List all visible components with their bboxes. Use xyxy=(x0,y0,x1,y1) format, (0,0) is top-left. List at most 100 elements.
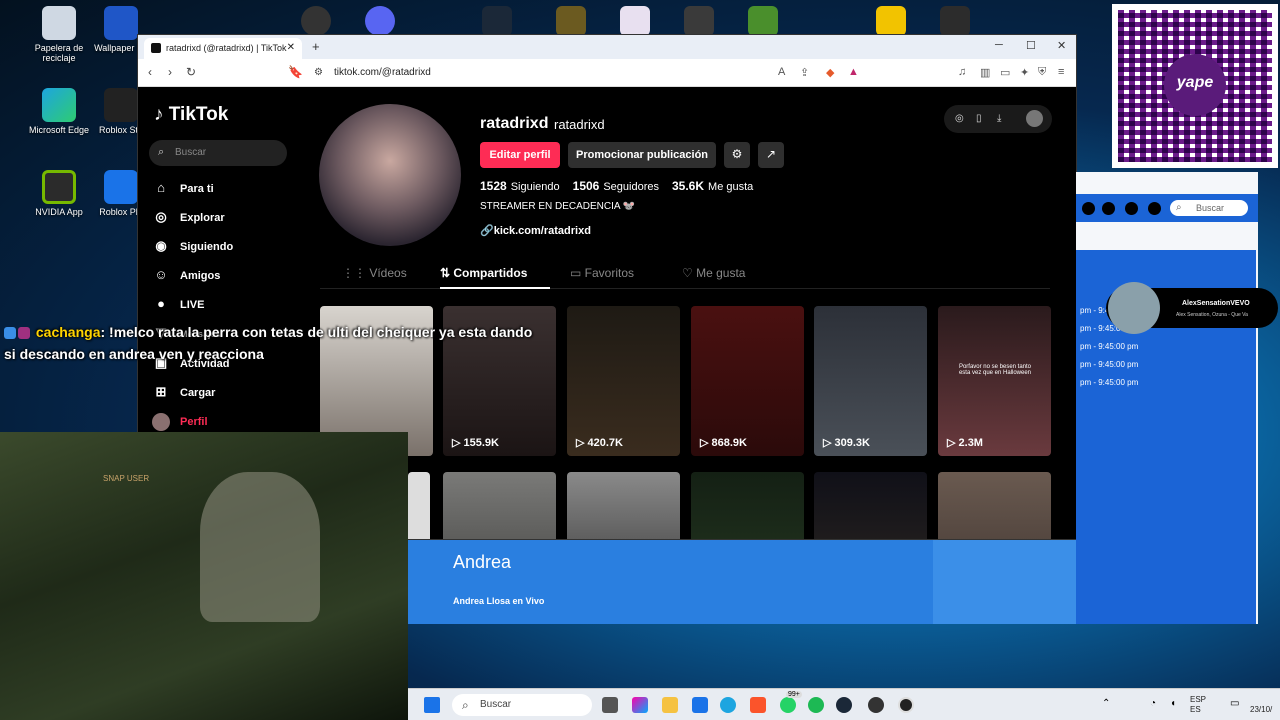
right-search-input[interactable]: ⌕ Buscar xyxy=(1170,200,1248,216)
crab-game-icon[interactable] xyxy=(620,6,650,36)
menu-icon[interactable]: ≡ xyxy=(1058,66,1064,78)
copilot-icon[interactable] xyxy=(632,697,648,713)
tiktok-logo[interactable]: ♪ TikTok xyxy=(154,104,228,126)
cs-icon[interactable] xyxy=(684,6,714,36)
share-icon[interactable]: ⇪ xyxy=(800,66,809,79)
instagram-icon[interactable] xyxy=(1102,202,1115,215)
obs-icon[interactable] xyxy=(301,6,331,36)
settings-button[interactable]: ⚙ xyxy=(724,142,750,168)
discord-icon[interactable] xyxy=(365,6,395,36)
nav-amigos[interactable]: ☺ Amigos xyxy=(152,267,220,285)
steam-taskbar-icon[interactable] xyxy=(836,697,852,713)
file-explorer-icon[interactable] xyxy=(662,697,678,713)
task-view-icon[interactable] xyxy=(602,697,618,713)
nav-siguiendo[interactable]: ◉ Siguiendo xyxy=(152,238,233,256)
profile-avatar[interactable] xyxy=(319,104,461,246)
following-stat[interactable]: 1528 Siguiendo xyxy=(480,179,560,193)
site-info-icon[interactable]: ⚙ xyxy=(314,67,323,78)
tab-videos[interactable]: ⋮⋮ Vídeos xyxy=(342,266,407,280)
close-window-button[interactable]: ✕ xyxy=(1057,39,1066,52)
language-indicator[interactable]: ESP ES xyxy=(1190,695,1206,715)
gta-icon[interactable] xyxy=(940,6,970,36)
new-tab-button[interactable]: + xyxy=(312,39,320,54)
forward-icon[interactable]: › xyxy=(168,65,172,79)
taskbar-search[interactable]: ⌕ Buscar xyxy=(452,694,592,716)
video-tile[interactable] xyxy=(938,472,1051,539)
profile-link[interactable]: 🔗kick.com/ratadrixd xyxy=(480,224,591,237)
nav-live[interactable]: ● LIVE xyxy=(152,296,204,314)
active-tab-indicator xyxy=(440,287,550,289)
share-icon: ↗ xyxy=(765,147,777,161)
share-profile-button[interactable]: ↗ xyxy=(758,142,784,168)
obs-taskbar-icon[interactable] xyxy=(868,697,884,713)
compass-icon[interactable]: ◎ xyxy=(955,113,964,124)
search-input[interactable]: ⌕ Buscar xyxy=(149,140,287,166)
phone-icon[interactable]: ▯ xyxy=(976,113,982,124)
profile-username: ratadrixd xyxy=(480,115,549,132)
vpn-icon[interactable]: ⛨ xyxy=(1038,66,1046,79)
close-tab-icon[interactable]: ✕ xyxy=(287,42,295,53)
wifi-icon[interactable]: ◔ xyxy=(1150,698,1156,709)
bookmark-icon[interactable]: 🔖 xyxy=(288,65,303,79)
promote-button[interactable]: Promocionar publicación xyxy=(568,142,716,168)
back-icon[interactable]: ‹ xyxy=(148,65,152,79)
maximize-button[interactable]: ☐ xyxy=(1026,39,1036,52)
video-tile[interactable]: ▷ 868.9K xyxy=(691,306,804,456)
nav-perfil[interactable]: Perfil xyxy=(152,413,208,431)
brave-icon[interactable] xyxy=(750,697,766,713)
battery-icon[interactable]: ▭ xyxy=(1230,698,1239,709)
app-taskbar-icon[interactable] xyxy=(898,697,914,713)
recycle-bin-icon[interactable]: Papelera de reciclaje xyxy=(28,6,90,63)
reload-icon[interactable]: ↻ xyxy=(186,65,196,79)
whatsapp-taskbar-icon[interactable] xyxy=(780,697,796,713)
leo-icon[interactable]: ✦ xyxy=(1020,66,1029,79)
live-icon: ● xyxy=(157,296,165,311)
tab-compartidos[interactable]: ⇅ Compartidos xyxy=(440,266,527,280)
edit-profile-button[interactable]: Editar perfil xyxy=(480,142,560,168)
nav-para-ti[interactable]: ⌂ Para ti xyxy=(152,180,214,198)
windows-start-icon[interactable] xyxy=(424,697,440,713)
media-icon[interactable]: ♫ xyxy=(958,66,966,78)
rewards-icon[interactable]: ▲ xyxy=(848,66,859,78)
game-icon[interactable] xyxy=(556,6,586,36)
video-tile[interactable] xyxy=(443,472,556,539)
url-field[interactable]: tiktok.com/@ratadrixd xyxy=(334,67,431,78)
download-icon[interactable]: ⤓ xyxy=(997,113,1001,124)
edge-taskbar-icon[interactable] xyxy=(720,697,736,713)
brave-shield-icon[interactable]: ◆ xyxy=(826,66,834,79)
singer-name: AlexSensationVEVO xyxy=(1182,300,1250,307)
video-tile[interactable] xyxy=(567,472,680,539)
clock[interactable]: 23/10/ xyxy=(1250,695,1272,715)
spotify-icon[interactable] xyxy=(808,697,824,713)
tab-favoritos[interactable]: ▭ Favoritos xyxy=(570,266,634,280)
steam-icon[interactable] xyxy=(482,6,512,36)
whatsapp-icon[interactable] xyxy=(1148,202,1161,215)
rockstar-icon[interactable] xyxy=(876,6,906,36)
edge-icon[interactable]: Microsoft Edge xyxy=(28,88,90,135)
video-tile[interactable] xyxy=(408,472,430,539)
profile-tabs: ⋮⋮ Vídeos ⇅ Compartidos ▭ Favoritos ♡ Me… xyxy=(320,263,1050,289)
nvidia-app-icon[interactable]: NVIDIA App xyxy=(28,170,90,217)
tiktok-icon[interactable] xyxy=(1125,202,1138,215)
video-tile[interactable]: ▷ 420.7K xyxy=(567,306,680,456)
sidebar-toggle-icon[interactable]: ▥ xyxy=(980,66,990,79)
youtube-icon[interactable] xyxy=(1082,202,1095,215)
followers-stat[interactable]: 1506 Seguidores xyxy=(573,179,659,193)
minecraft-icon[interactable] xyxy=(748,6,778,36)
translate-icon[interactable]: A xyxy=(778,66,785,78)
video-tile[interactable]: ▷ 309.3K xyxy=(814,306,927,456)
speaker-icon[interactable]: ◖ xyxy=(1170,698,1176,709)
nav-explorar[interactable]: ◎ Explorar xyxy=(152,209,224,227)
time-slot: pm - 9:45:00 pm xyxy=(1080,342,1139,351)
store-icon[interactable] xyxy=(692,697,708,713)
user-avatar-icon[interactable] xyxy=(1026,110,1043,127)
nav-cargar[interactable]: ⊞ Cargar xyxy=(152,384,216,402)
minimize-button[interactable]: ─ xyxy=(995,39,1003,51)
video-tile[interactable] xyxy=(691,472,804,539)
tray-chevron-icon[interactable]: ⌃ xyxy=(1102,698,1110,709)
wallet-icon[interactable]: ▭ xyxy=(1000,66,1010,79)
video-tile[interactable] xyxy=(814,472,927,539)
browser-tab[interactable]: ratadrixd (@ratadrixd) | TikTok ✕ xyxy=(144,38,302,59)
video-tile[interactable]: Porfavor no se besen tanto esta vez que … xyxy=(938,306,1051,456)
tab-me-gusta[interactable]: ♡ Me gusta xyxy=(682,266,745,280)
